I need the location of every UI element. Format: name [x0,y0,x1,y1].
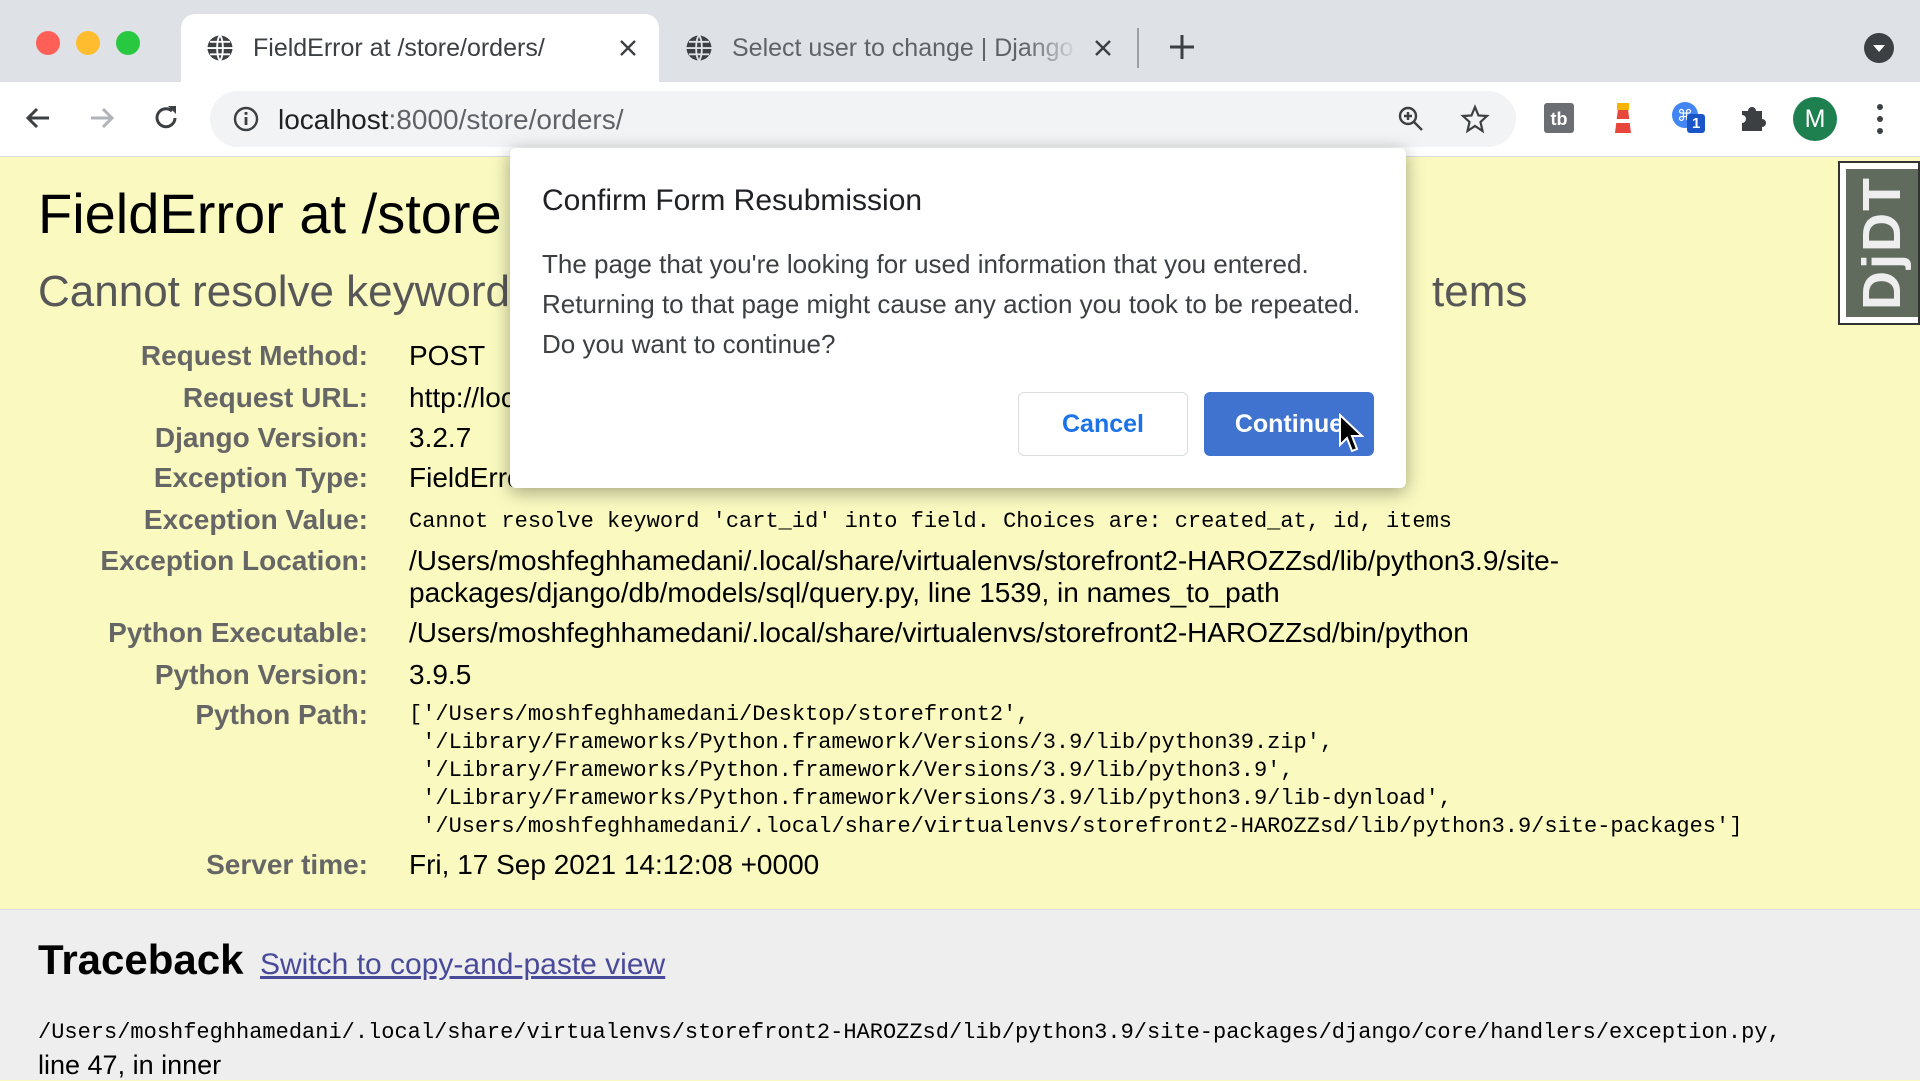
lighthouse-icon[interactable] [1606,101,1640,135]
confirm-resubmission-dialog: Confirm Form Resubmission The page that … [510,148,1406,488]
info-label: Python Executable: [108,617,368,648]
python-path-list: ['/Users/moshfeghhamedani/Desktop/storef… [409,702,1743,839]
puzzle-icon[interactable] [1736,101,1770,135]
tab-select-user[interactable]: Select user to change | Django [664,14,1134,82]
info-label: Python Version: [154,659,368,690]
tab-strip: FieldError at /store/orders/ Select user… [0,0,1920,82]
minimize-window-button[interactable] [76,31,100,55]
info-value: FieldErro [409,462,523,493]
error-subtitle: Cannot resolve keyword [38,267,511,316]
info-value: 3.9.5 [409,659,472,690]
reload-button[interactable] [146,98,186,138]
info-value: POST [409,340,486,371]
arrow-left-icon [25,107,49,129]
traceback-file: /Users/moshfeghhamedani/.local/share/vir… [38,1020,1781,1045]
back-button[interactable] [18,98,58,138]
info-value-continued: packages/django/db/models/sql/query.py, … [409,577,1280,608]
tab-title: FieldError at /store/orders/ [253,33,545,62]
globe-icon [686,34,712,62]
tab-fielderror[interactable]: FieldError at /store/orders/ [181,14,659,82]
tb-extension-icon[interactable]: tb [1542,101,1576,135]
djdt-label: DjDT [1852,176,1912,310]
info-label: Exception Value: [143,504,368,535]
globe-icon [207,34,233,62]
info-value: Cannot resolve keyword 'cart_id' into fi… [409,509,1452,534]
maximize-window-button[interactable] [116,31,140,55]
page-title: FieldError at /store [38,182,502,245]
arrow-right-icon [91,107,115,129]
shortcut-extension-icon[interactable]: ⌘ 1 [1670,101,1706,135]
svg-text:tb: tb [1551,109,1568,129]
url-host: localhost [278,104,389,135]
close-window-button[interactable] [36,31,60,55]
info-value: /Users/moshfeghhamedani/.local/share/vir… [409,545,1560,576]
dialog-message: The page that you're looking for used in… [542,249,1361,359]
more-menu-icon[interactable] [1866,101,1894,137]
dialog-title: Confirm Form Resubmission [542,184,923,217]
info-value: /Users/moshfeghhamedani/.local/share/vir… [409,617,1469,648]
extension-badge: 1 [1687,114,1706,133]
zoom-icon[interactable] [1396,104,1426,134]
cancel-button[interactable]: Cancel [1018,392,1188,456]
close-tab-icon[interactable] [1088,33,1118,63]
reload-icon [155,106,177,129]
info-value: http://loc [409,382,515,413]
info-label: Exception Type: [153,462,368,493]
close-tab-icon[interactable] [613,33,643,63]
info-label: Exception Location: [100,545,368,576]
copy-paste-view-link[interactable]: Switch to copy-and-paste view [260,948,665,982]
profile-avatar[interactable]: M [1793,97,1837,141]
new-tab-icon[interactable] [1167,32,1197,62]
url-text: localhost:8000/store/orders/ [278,104,624,136]
chevron-down-icon [1873,45,1885,52]
info-label: Server time: [206,849,368,880]
mouse-cursor-icon [1339,413,1364,453]
info-label: Django Version: [154,422,368,453]
star-icon[interactable] [1460,104,1490,134]
traceback-section: Traceback Switch to copy-and-paste view … [0,910,1920,1080]
forward-button[interactable] [82,98,122,138]
browser-toolbar: localhost:8000/store/orders/ tb ⌘ 1 M [0,82,1920,157]
info-label: Request URL: [182,382,368,413]
info-label: Request Method: [140,340,368,371]
django-debug-toolbar-handle[interactable]: DjDT [1838,161,1920,325]
info-label: Python Path: [195,699,368,730]
traceback-line: line 47, in inner [38,1050,222,1080]
tab-search-button[interactable] [1864,33,1894,63]
info-icon[interactable] [232,105,260,133]
address-bar[interactable]: localhost:8000/store/orders/ [210,91,1516,147]
traceback-title: Traceback [38,936,244,983]
info-value: Fri, 17 Sep 2021 14:12:08 +0000 [409,849,820,880]
error-subtitle-tail: tems [1432,267,1528,316]
tab-separator [1137,28,1139,68]
tab-title: Select user to change | Django [732,33,1074,62]
info-value: 3.2.7 [409,422,472,453]
url-path: :8000/store/orders/ [388,104,624,135]
